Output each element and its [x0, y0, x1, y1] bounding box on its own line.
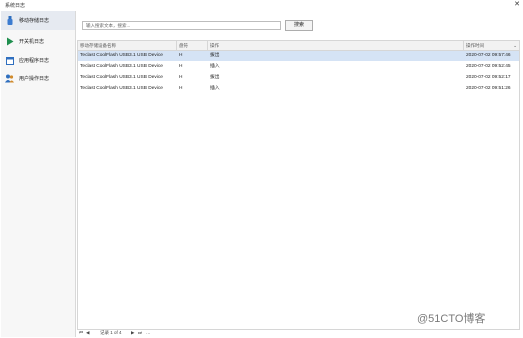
play-icon	[5, 37, 14, 46]
column-header-time[interactable]: 操作时间 ⌄	[464, 41, 519, 50]
cell-device: Teclast CoolFlash USB3.1 USB Device	[80, 75, 163, 80]
sidebar-item-app-log[interactable]: 应用程序日志	[1, 51, 75, 70]
pager-status: 记录 1 of 4	[100, 330, 122, 335]
prev-page-icon[interactable]: ◀	[86, 329, 89, 337]
sidebar: 移动存储日志 开关机日志 应用程序日志 用户操作日志	[1, 11, 76, 337]
cell-time: 2020-07-02 09:57:46	[466, 53, 511, 58]
table-row[interactable]: Teclast CoolFlash USB3.1 USB Device H 插入…	[78, 84, 519, 94]
sidebar-item-power-log[interactable]: 开关机日志	[1, 32, 75, 51]
next-page-icon[interactable]: ▶	[131, 329, 134, 337]
column-header-device[interactable]: 移动存储设备名称	[78, 41, 177, 50]
cell-device: Teclast CoolFlash USB3.1 USB Device	[80, 64, 163, 69]
table-header: 移动存储设备名称 盘符 操作 操作时间 ⌄	[78, 41, 519, 51]
column-header-time-label: 操作时间	[466, 43, 484, 48]
cell-time: 2020-07-02 09:52:17	[466, 75, 511, 80]
table-row[interactable]: Teclast CoolFlash USB3.1 USB Device H 插入…	[78, 62, 519, 72]
cell-device: Teclast CoolFlash USB3.1 USB Device	[80, 53, 163, 58]
cell-device: Teclast CoolFlash USB3.1 USB Device	[80, 86, 163, 91]
cell-time: 2020-07-02 09:52:45	[466, 64, 511, 69]
table-row[interactable]: Teclast CoolFlash USB3.1 USB Device H 拔出…	[78, 51, 519, 61]
window-title: 系统日志	[5, 3, 26, 9]
users-icon	[5, 74, 14, 83]
cell-action: 插入	[210, 64, 220, 69]
first-page-icon[interactable]: ⏮	[79, 329, 83, 337]
cell-action: 拔出	[210, 75, 220, 80]
column-header-drive[interactable]: 盘符	[177, 41, 208, 50]
sidebar-item-usb-log[interactable]: 移动存储日志	[1, 11, 75, 30]
cell-time: 2020-07-02 09:51:26	[466, 86, 511, 91]
watermark: @51CTO博客	[417, 313, 486, 325]
window-icon	[5, 56, 14, 65]
pager-more-icon[interactable]: …	[146, 329, 151, 337]
sidebar-item-label: 用户操作日志	[19, 76, 50, 82]
search-input[interactable]: 输入搜索文本，搜索...	[82, 21, 281, 30]
search-button[interactable]: 搜索	[285, 20, 313, 31]
cell-drive: H	[179, 53, 183, 58]
column-header-action[interactable]: 操作	[208, 41, 464, 50]
close-icon[interactable]: ✕	[514, 0, 520, 9]
sidebar-item-label: 开关机日志	[19, 39, 45, 45]
usb-icon	[5, 16, 14, 25]
title-bar: 系统日志 ✕	[0, 0, 523, 9]
pager: ⏮ ◀ 记录 1 of 4 ▶ ⏭ …	[76, 329, 522, 337]
cell-drive: H	[179, 86, 183, 91]
cell-drive: H	[179, 75, 183, 80]
sidebar-item-label: 应用程序日志	[19, 58, 50, 64]
sort-arrow-icon: ⌄	[513, 43, 517, 48]
sidebar-item-label: 移动存储日志	[19, 18, 50, 24]
table-row[interactable]: Teclast CoolFlash USB3.1 USB Device H 拔出…	[78, 73, 519, 83]
main-panel: 输入搜索文本，搜索... 搜索 移动存储设备名称 盘符 操作 操作时间 ⌄ Te…	[76, 11, 522, 337]
cell-action: 拔出	[210, 53, 220, 58]
log-table: 移动存储设备名称 盘符 操作 操作时间 ⌄ Teclast CoolFlash …	[77, 40, 520, 330]
cell-drive: H	[179, 64, 183, 69]
sidebar-item-user-log[interactable]: 用户操作日志	[1, 69, 75, 88]
last-page-icon[interactable]: ⏭	[138, 329, 142, 337]
cell-action: 插入	[210, 86, 220, 91]
